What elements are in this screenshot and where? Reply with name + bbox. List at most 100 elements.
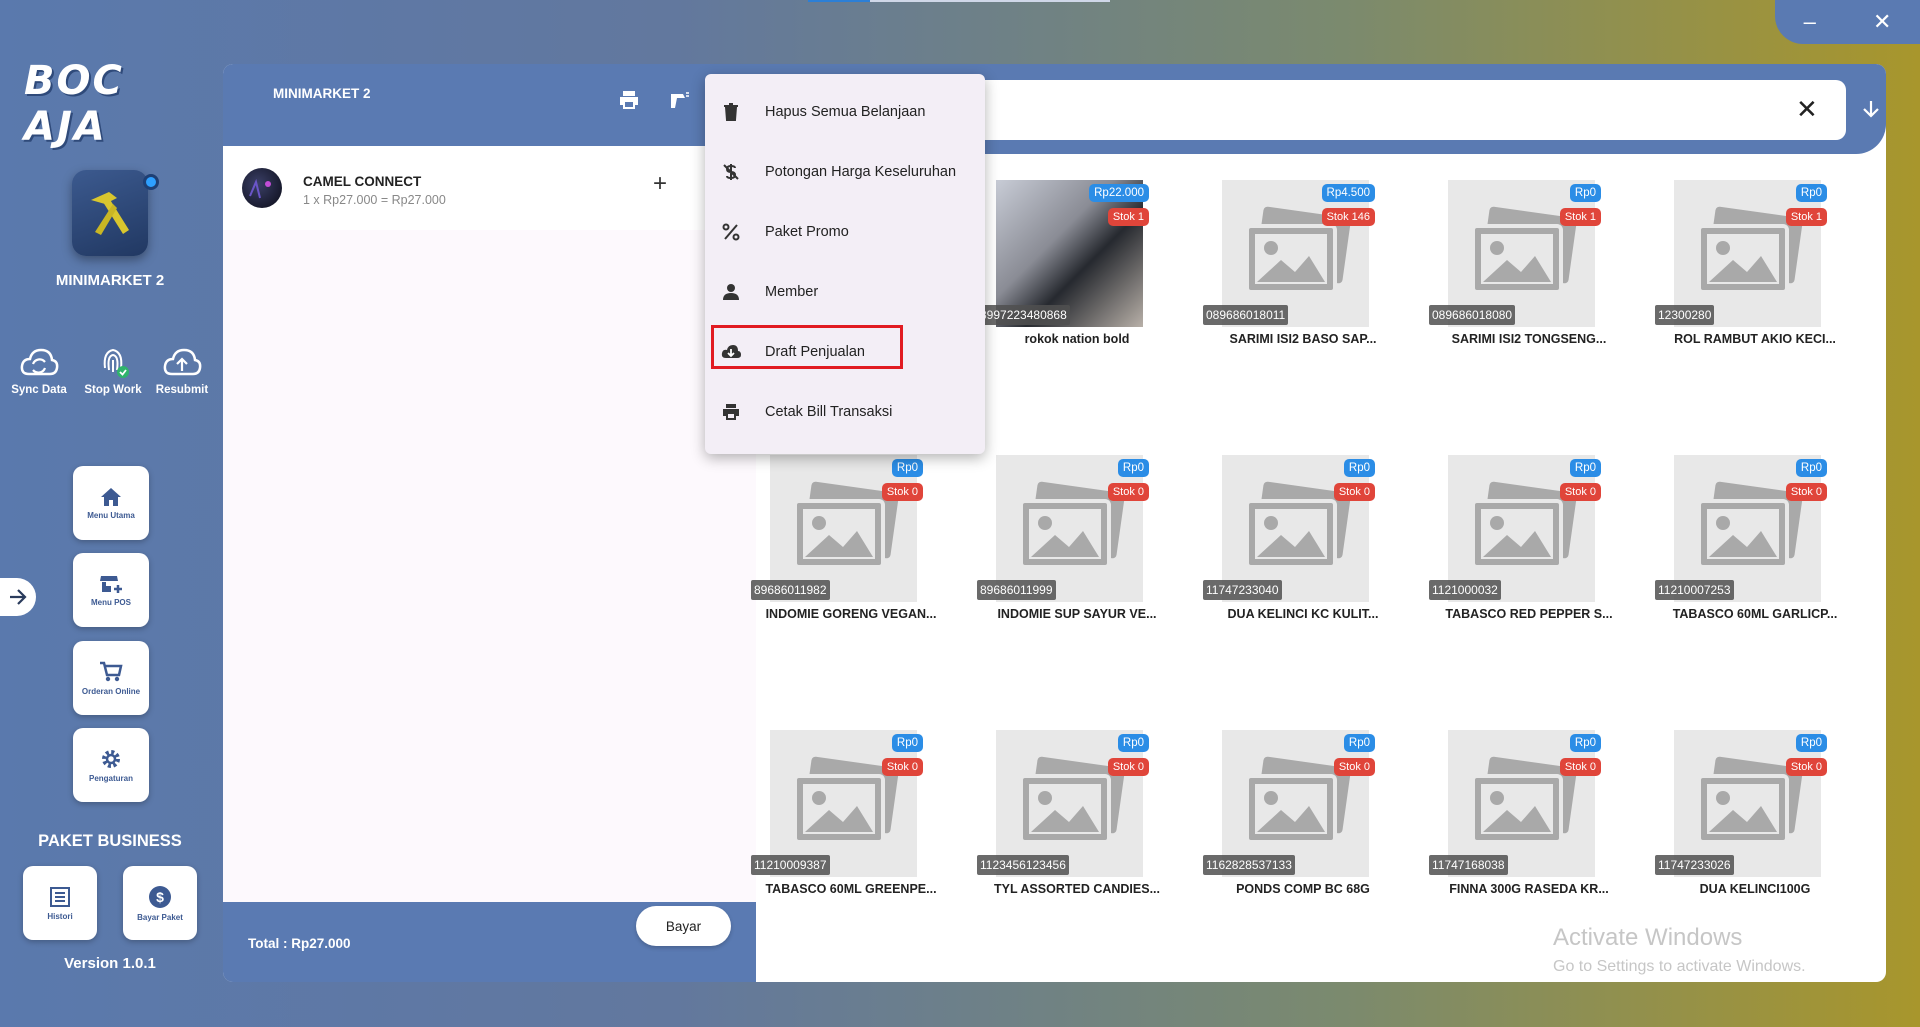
product-code: 11210009387 — [751, 855, 830, 875]
resubmit-label: Resubmit — [155, 384, 209, 396]
product-card[interactable]: Rp0 Stok 0 11747233026 DUA KELINCI100G — [1655, 730, 1835, 930]
online-status-dot — [143, 174, 159, 190]
cloud-upload-icon — [163, 348, 202, 376]
product-code: 12300280 — [1655, 305, 1715, 325]
expand-sidebar-button[interactable] — [0, 578, 36, 616]
window-controls: – ✕ — [1775, 0, 1920, 44]
nav-orderan-online-label: Orderan Online — [81, 686, 141, 696]
bayar-button[interactable]: Bayar — [636, 906, 731, 946]
product-card[interactable]: Rp0 Stok 0 89686011982 INDOMIE GORENG VEGAN… — [751, 455, 936, 655]
product-code: 1162828537133 — [1203, 855, 1295, 875]
product-name: FINNA 300G RASEDA KR... — [1449, 882, 1609, 896]
product-card[interactable]: Rp4.500 Stok 146 089686018011 SARIMI ISI2 B… — [1203, 180, 1383, 380]
arrow-down-icon[interactable] — [1860, 98, 1882, 120]
price-off-icon — [723, 164, 739, 180]
main-panel: MINIMARKET 2 CAMEL CONNECT 1 x Rp27.000 … — [223, 64, 1886, 982]
product-code: 89686011999 — [977, 580, 1056, 600]
stock-badge: Stok 0 — [1559, 758, 1601, 776]
stock-badge: Stok 0 — [1785, 483, 1827, 501]
minimize-button[interactable]: – — [1804, 9, 1816, 35]
barcode-scanner-icon[interactable] — [667, 88, 691, 112]
list-icon — [50, 886, 70, 907]
menu-item-label: Member — [765, 284, 819, 300]
nav-menu-pos[interactable]: Menu POS — [73, 553, 149, 627]
product-card[interactable]: Rp0 Stok 1 12300280 ROL RAMBUT AKIO KECI... — [1655, 180, 1836, 380]
price-badge: Rp0 — [1795, 459, 1827, 477]
cart-list: CAMEL CONNECT 1 x Rp27.000 = Rp27.000 + — [223, 146, 756, 902]
stock-badge: Stok 0 — [1559, 483, 1601, 501]
product-code: 8997223480868 — [977, 305, 1070, 325]
product-name: TABASCO 60ML GARLICP... — [1672, 607, 1838, 621]
menu-item-potongan-harga-keseluruhan[interactable]: Potongan Harga Keseluruhan — [705, 142, 985, 202]
sync-data-button[interactable]: Sync Data — [3, 344, 75, 396]
app-logo: BOC AJA — [24, 58, 124, 150]
menu-item-label: Potongan Harga Keseluruhan — [765, 164, 957, 180]
stock-badge: Stok 1 — [1107, 208, 1149, 226]
product-name: SARIMI ISI2 TONGSENG... — [1451, 332, 1607, 346]
person-icon — [723, 284, 739, 300]
nav-pengaturan-label: Pengaturan — [88, 773, 133, 783]
resubmit-button[interactable]: Resubmit — [146, 344, 218, 396]
cart-item-detail: 1 x Rp27.000 = Rp27.000 — [303, 193, 446, 207]
product-name: TABASCO RED PEPPER S... — [1445, 607, 1613, 621]
highlight-box — [711, 325, 903, 369]
product-card[interactable]: Rp0 Stok 0 11210007253 TABASCO 60ML GARLICP… — [1655, 455, 1837, 655]
product-name: ROL RAMBUT AKIO KECI... — [1674, 332, 1836, 346]
add-quantity-button[interactable]: + — [653, 170, 667, 198]
nav-orderan-online[interactable]: Orderan Online — [73, 641, 149, 715]
clear-search-button[interactable]: ✕ — [1796, 94, 1818, 125]
product-code: 11210007253 — [1655, 580, 1734, 600]
menu-item-member[interactable]: Member — [705, 262, 985, 322]
printer-icon — [723, 404, 739, 420]
nav-pengaturan[interactable]: Pengaturan — [73, 728, 149, 802]
product-card[interactable]: Rp0 Stok 0 1121000032 TABASCO RED PEPPER S.… — [1429, 455, 1613, 655]
cart-item[interactable]: CAMEL CONNECT 1 x Rp27.000 = Rp27.000 + — [223, 146, 756, 230]
product-name: DUA KELINCI100G — [1699, 882, 1811, 896]
menu-item-cetak-bill-transaksi[interactable]: Cetak Bill Transaksi — [705, 382, 985, 442]
stop-work-label: Stop Work — [84, 384, 142, 396]
action-menu: Hapus Semua Belanjaan Potongan Harga Kese… — [705, 74, 985, 454]
menu-item-label: Paket Promo — [765, 224, 849, 240]
product-card[interactable]: Rp0 Stok 0 89686011999 INDOMIE SUP SAYUR VE… — [977, 455, 1157, 655]
price-badge: Rp0 — [1343, 459, 1375, 477]
printer-icon[interactable] — [617, 88, 641, 112]
product-card[interactable]: Rp0 Stok 0 11747233040 DUA KELINCI KC KULIT… — [1203, 455, 1383, 655]
price-badge: Rp0 — [891, 459, 923, 477]
price-badge: Rp0 — [1569, 459, 1601, 477]
store-add-icon — [100, 575, 122, 593]
product-card[interactable]: Rp22.000 Stok 1 8997223480868 rokok nation … — [977, 180, 1157, 380]
store-avatar — [72, 170, 148, 256]
product-card[interactable]: Rp0 Stok 1 089686018080 SARIMI ISI2 TONGSEN… — [1429, 180, 1609, 380]
product-code: 11747233026 — [1655, 855, 1734, 875]
menu-item-paket-promo[interactable]: Paket Promo — [705, 202, 985, 262]
product-name: TABASCO 60ML GREENPE... — [765, 882, 937, 896]
price-badge: Rp0 — [1795, 734, 1827, 752]
stop-work-button[interactable]: Stop Work — [77, 344, 149, 396]
watermark-line-2: Go to Settings to activate Windows. — [1553, 958, 1806, 975]
stock-badge: Stok 0 — [1107, 758, 1149, 776]
price-badge: Rp0 — [1569, 734, 1601, 752]
sync-cloud-icon — [20, 348, 59, 376]
menu-item-label: Hapus Semua Belanjaan — [765, 104, 926, 120]
cart-header: MINIMARKET 2 — [223, 64, 756, 146]
bayar-paket-button[interactable]: $ Bayar Paket — [123, 866, 197, 940]
product-card[interactable]: Rp0 Stok 0 11210009387 TABASCO 60ML GREENPE… — [751, 730, 937, 930]
product-code: 11747233040 — [1203, 580, 1282, 600]
product-card[interactable]: Rp0 Stok 0 11747168038 FINNA 300G RASEDA KR… — [1429, 730, 1609, 930]
nav-menu-utama[interactable]: Menu Utama — [73, 466, 149, 540]
histori-button[interactable]: Histori — [23, 866, 97, 940]
product-code: 11747168038 — [1429, 855, 1508, 875]
activate-windows-watermark: Activate Windows Go to Settings to activ… — [1553, 924, 1806, 976]
product-card[interactable]: Rp0 Stok 0 1123456123456 TYL ASSORTED CANDI… — [977, 730, 1160, 930]
close-window-button[interactable]: ✕ — [1873, 9, 1891, 35]
product-card[interactable]: Rp0 Stok 0 1162828537133 PONDS COMP BC 68G — [1203, 730, 1383, 930]
stock-badge: Stok 1 — [1559, 208, 1601, 226]
trash-icon — [724, 103, 738, 121]
price-badge: Rp0 — [1795, 184, 1827, 202]
app-version: Version 1.0.1 — [64, 955, 156, 972]
price-badge: Rp0 — [1117, 734, 1149, 752]
price-badge: Rp0 — [891, 734, 923, 752]
menu-item-hapus-semua-belanjaan[interactable]: Hapus Semua Belanjaan — [705, 82, 985, 142]
stock-badge: Stok 0 — [881, 758, 923, 776]
histori-label: Histori — [47, 911, 73, 921]
